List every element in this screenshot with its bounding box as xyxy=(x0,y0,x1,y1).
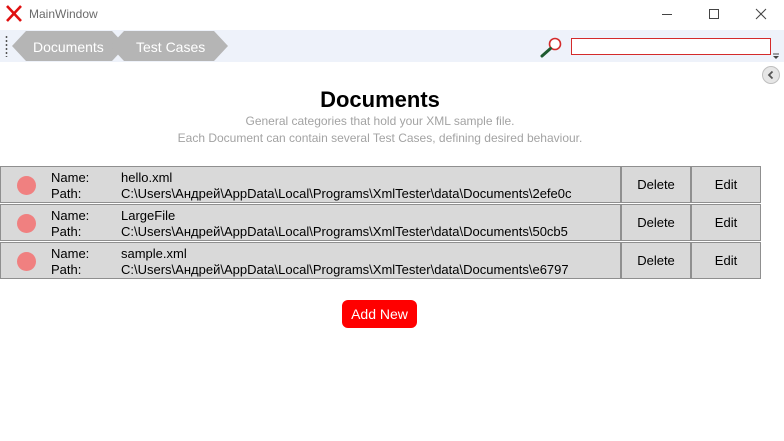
document-path: C:\Users\Андрей\AppData\Local\Programs\X… xyxy=(121,224,568,239)
window-title: MainWindow xyxy=(29,7,98,21)
close-button[interactable] xyxy=(738,0,784,28)
document-path: C:\Users\Андрей\AppData\Local\Programs\X… xyxy=(121,262,569,277)
delete-button[interactable]: Delete xyxy=(620,166,691,203)
search-icon[interactable] xyxy=(540,36,564,58)
breadcrumb-test-cases[interactable]: Test Cases xyxy=(110,30,230,62)
document-path: C:\Users\Андрей\AppData\Local\Programs\X… xyxy=(121,186,572,201)
document-name: sample.xml xyxy=(121,246,187,261)
edit-button[interactable]: Edit xyxy=(690,166,761,203)
toolbar-overflow-icon[interactable] xyxy=(772,44,780,60)
title-bar: MainWindow xyxy=(0,0,784,28)
delete-button[interactable]: Delete xyxy=(620,204,691,241)
name-label: Name: xyxy=(51,246,90,261)
status-dot-icon xyxy=(17,252,36,271)
status-dot-icon xyxy=(17,214,36,233)
document-row: Name: Path: LargeFile C:\Users\Андрей\Ap… xyxy=(0,204,761,241)
add-new-button[interactable]: Add New xyxy=(342,300,417,328)
close-icon xyxy=(755,8,767,20)
document-name: hello.xml xyxy=(121,170,173,185)
document-name: LargeFile xyxy=(121,208,176,223)
status-dot-icon xyxy=(17,176,36,195)
page-subtitle: Each Document can contain several Test C… xyxy=(177,131,583,145)
document-info: Name: Path: LargeFile C:\Users\Андрей\Ap… xyxy=(1,205,621,240)
maximize-icon xyxy=(709,9,719,19)
delete-button[interactable]: Delete xyxy=(620,242,691,279)
page-title: Documents xyxy=(320,87,440,112)
edit-button[interactable]: Edit xyxy=(690,204,761,241)
path-label: Path: xyxy=(51,262,82,277)
toolbar-grip[interactable] xyxy=(5,35,8,57)
path-label: Path: xyxy=(51,224,82,239)
minimize-button[interactable] xyxy=(644,0,690,28)
page-subtitle: General categories that hold your XML sa… xyxy=(245,114,515,128)
document-info: Name: Path: sample.xml C:\Users\Андрей\A… xyxy=(1,243,621,278)
edit-button[interactable]: Edit xyxy=(690,242,761,279)
name-label: Name: xyxy=(51,208,90,223)
app-x-icon xyxy=(6,5,22,22)
document-row: Name: Path: sample.xml C:\Users\Андрей\A… xyxy=(0,242,761,279)
maximize-button[interactable] xyxy=(691,0,737,28)
collapse-button[interactable] xyxy=(762,66,780,84)
document-info: Name: Path: hello.xml C:\Users\Андрей\Ap… xyxy=(1,167,621,202)
search-input[interactable] xyxy=(571,38,771,55)
breadcrumb-label: Documents xyxy=(33,39,104,55)
path-label: Path: xyxy=(51,186,82,201)
minimize-icon xyxy=(662,14,672,15)
name-label: Name: xyxy=(51,170,90,185)
chevron-left-icon xyxy=(767,70,774,80)
breadcrumb-label: Test Cases xyxy=(136,39,206,55)
document-row: Name: Path: hello.xml C:\Users\Андрей\Ap… xyxy=(0,166,761,203)
